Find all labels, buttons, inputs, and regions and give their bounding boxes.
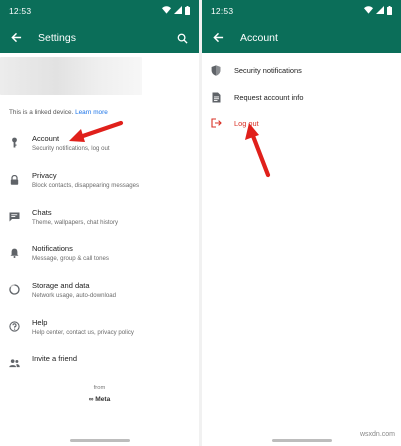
account-screen: 12:53 Account Security notifications Req… — [202, 0, 401, 446]
gesture-navigation-bar[interactable] — [202, 439, 401, 442]
home-pill[interactable] — [69, 439, 130, 442]
account-item-log-out[interactable]: Log out — [202, 110, 401, 136]
profile-photo-blurred[interactable] — [0, 57, 142, 95]
settings-item-invite[interactable]: Invite a friend — [0, 353, 199, 387]
wifi-icon — [162, 6, 171, 16]
page-title: Settings — [38, 31, 76, 44]
settings-item-storage[interactable]: Storage and data Network usage, auto-dow… — [0, 280, 199, 314]
shield-icon — [210, 64, 222, 76]
settings-item-label: Privacy — [32, 171, 57, 180]
settings-item-label: Storage and data — [32, 281, 90, 290]
settings-app-bar: Settings — [0, 22, 199, 53]
settings-item-label: Help — [32, 318, 48, 327]
account-item-request-info[interactable]: Request account info — [202, 84, 401, 110]
settings-item-label: Notifications — [32, 244, 73, 253]
settings-item-subtitle: Theme, wallpapers, chat history — [32, 219, 119, 226]
settings-item-subtitle: Message, group & call tones — [32, 255, 109, 262]
learn-more-link[interactable]: Learn more — [75, 109, 108, 116]
people-icon — [9, 357, 20, 368]
key-icon — [9, 137, 20, 148]
status-time: 12:53 — [9, 6, 32, 16]
storage-icon — [9, 284, 20, 295]
settings-item-subtitle: Security notifications, log out — [32, 145, 110, 152]
settings-item-notifications[interactable]: Notifications Message, group & call tone… — [0, 243, 199, 277]
page-title: Account — [240, 31, 278, 44]
status-bar: 12:53 — [202, 0, 401, 22]
account-item-label: Log out — [234, 118, 259, 128]
settings-item-help[interactable]: Help Help center, contact us, privacy po… — [0, 317, 199, 351]
settings-item-label: Invite a friend — [32, 354, 78, 363]
gesture-navigation-bar[interactable] — [0, 439, 199, 442]
document-icon — [210, 91, 222, 103]
meta-logo-text: Meta — [95, 396, 111, 403]
logout-icon — [210, 117, 222, 129]
account-item-security-notifications[interactable]: Security notifications — [202, 57, 401, 83]
account-item-label: Request account info — [234, 92, 304, 102]
settings-item-subtitle: Network usage, auto-download — [32, 292, 117, 299]
settings-item-chats[interactable]: Chats Theme, wallpapers, chat history — [0, 207, 199, 241]
status-bar: 12:53 — [0, 0, 199, 22]
wifi-icon — [364, 6, 373, 16]
meta-logo: ∞ Meta — [0, 396, 199, 403]
home-pill[interactable] — [271, 439, 332, 442]
settings-item-account[interactable]: Account Security notifications, log out — [0, 133, 199, 167]
settings-item-subtitle: Help center, contact us, privacy policy — [32, 329, 134, 336]
status-time: 12:53 — [211, 6, 234, 16]
linked-device-text: This is a linked device. — [9, 109, 74, 116]
signal-icon — [376, 6, 384, 16]
help-icon — [9, 321, 20, 332]
from-label: from — [93, 385, 106, 391]
lock-icon — [9, 174, 20, 185]
settings-screen: 12:53 Settings This is a linked device. … — [0, 0, 199, 446]
battery-icon — [185, 5, 190, 17]
meta-infinity-icon: ∞ — [88, 396, 94, 403]
settings-item-privacy[interactable]: Privacy Block contacts, disappearing mes… — [0, 170, 199, 204]
battery-icon — [387, 5, 392, 17]
account-app-bar: Account — [202, 22, 401, 53]
back-arrow-icon[interactable] — [8, 30, 24, 46]
settings-item-subtitle: Block contacts, disappearing messages — [32, 182, 140, 189]
settings-item-label: Chats — [32, 208, 52, 217]
signal-icon — [174, 6, 182, 16]
bell-icon — [9, 247, 20, 258]
linked-device-note: This is a linked device. Learn more — [9, 109, 199, 119]
watermark: wsxdn.com — [359, 431, 395, 438]
back-arrow-icon[interactable] — [210, 30, 226, 46]
settings-item-label: Account — [32, 134, 60, 143]
chat-icon — [9, 211, 20, 222]
account-item-label: Security notifications — [234, 65, 302, 75]
search-icon[interactable] — [177, 31, 191, 45]
